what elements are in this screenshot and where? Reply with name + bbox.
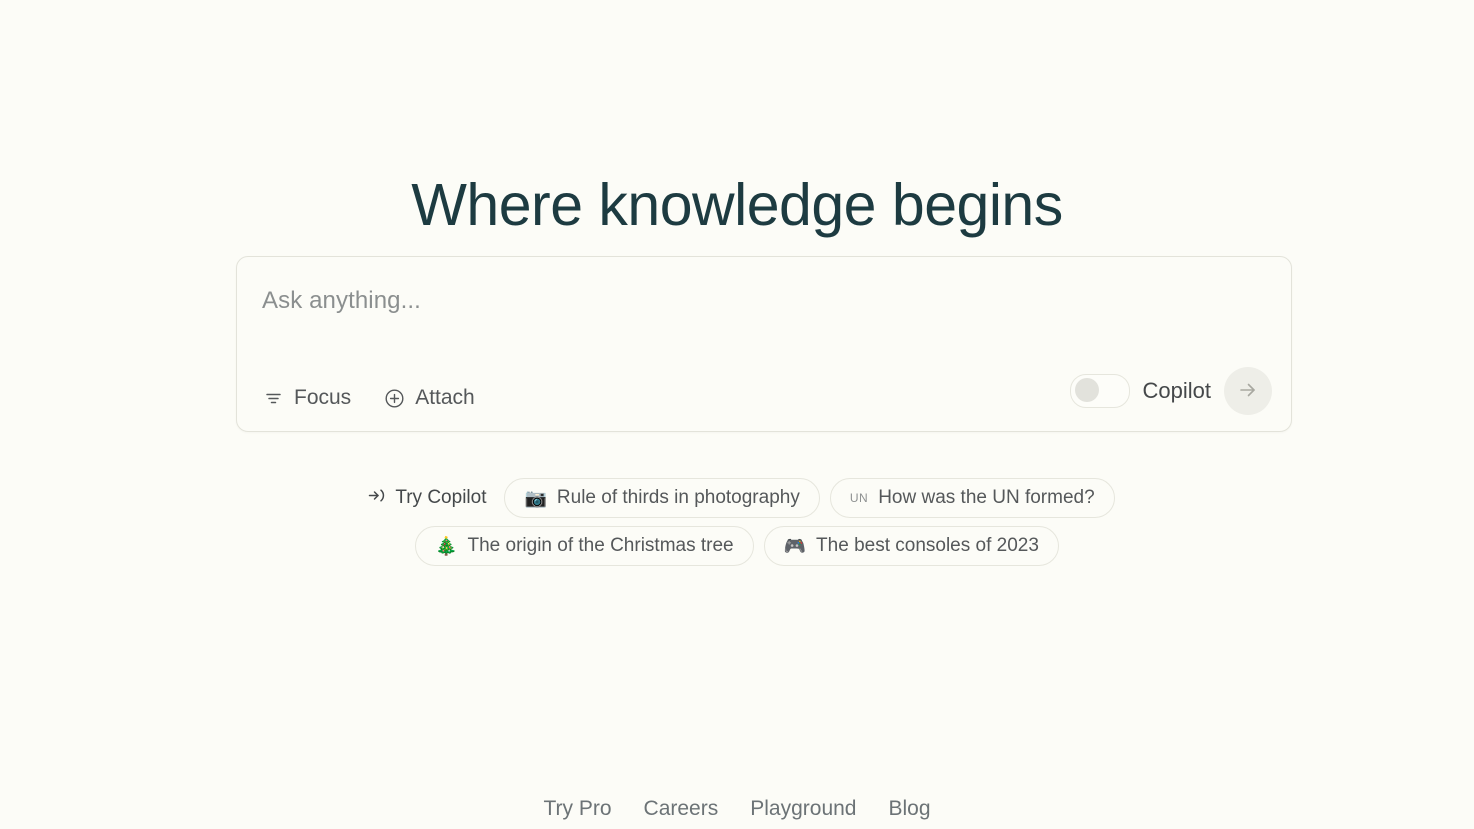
- suggestion-pill[interactable]: UN How was the UN formed?: [829, 478, 1115, 518]
- search-input[interactable]: Ask anything...: [262, 287, 421, 315]
- search-card-actions: Focus Attach: [262, 386, 475, 410]
- copilot-toggle[interactable]: [1069, 374, 1130, 408]
- video-game-controller-emoji: 🎮: [783, 536, 807, 556]
- page-title: Where knowledge begins: [411, 171, 1063, 238]
- try-copilot-button[interactable]: Try Copilot: [359, 486, 494, 511]
- search-card-controls: Copilot: [1069, 367, 1272, 415]
- suggestion-pill[interactable]: 📷 Rule of thirds in photography: [504, 478, 820, 518]
- suggestion-pill[interactable]: 🎮 The best consoles of 2023: [763, 526, 1059, 566]
- suggestion-pill[interactable]: 🎄 The origin of the Christmas tree: [415, 526, 754, 566]
- try-copilot-label: Try Copilot: [395, 487, 487, 508]
- suggestion-pill-label: The origin of the Christmas tree: [467, 535, 734, 556]
- copilot-label: Copilot: [1142, 378, 1211, 403]
- attach-button[interactable]: Attach: [383, 386, 475, 410]
- footer-link-careers[interactable]: Careers: [640, 795, 723, 823]
- arrow-right-icon: [1237, 379, 1259, 404]
- suggestions-row: 🎄 The origin of the Christmas tree 🎮 The…: [415, 526, 1059, 566]
- filter-icon: [262, 387, 284, 409]
- plus-circle-icon: [383, 387, 405, 409]
- focus-button-label: Focus: [294, 386, 352, 409]
- focus-button[interactable]: Focus: [262, 386, 351, 410]
- submit-button[interactable]: [1224, 367, 1272, 415]
- suggestion-pill-label: The best consoles of 2023: [816, 535, 1039, 556]
- camera-emoji: 📷: [524, 488, 547, 508]
- suggestion-pill-label: How was the UN formed?: [878, 487, 1095, 508]
- attach-button-label: Attach: [415, 386, 475, 409]
- footer-link-blog[interactable]: Blog: [884, 795, 934, 823]
- suggestions-area: Try Copilot 📷 Rule of thirds in photogra…: [0, 478, 1474, 566]
- copilot-toggle-knob: [1074, 378, 1099, 402]
- un-flag-emoji: UN: [849, 491, 869, 505]
- footer-links: Try Pro Careers Playground Blog: [0, 795, 1474, 823]
- christmas-tree-emoji: 🎄: [435, 536, 458, 556]
- suggestions-row: Try Copilot 📷 Rule of thirds in photogra…: [359, 478, 1115, 518]
- suggestion-pill-label: Rule of thirds in photography: [556, 487, 800, 508]
- arrow-into-bracket-icon: [367, 486, 386, 511]
- footer-link-try-pro[interactable]: Try Pro: [539, 795, 615, 823]
- search-card[interactable]: Ask anything... Focus Attach Copilot: [236, 256, 1292, 432]
- footer-link-playground[interactable]: Playground: [746, 795, 860, 823]
